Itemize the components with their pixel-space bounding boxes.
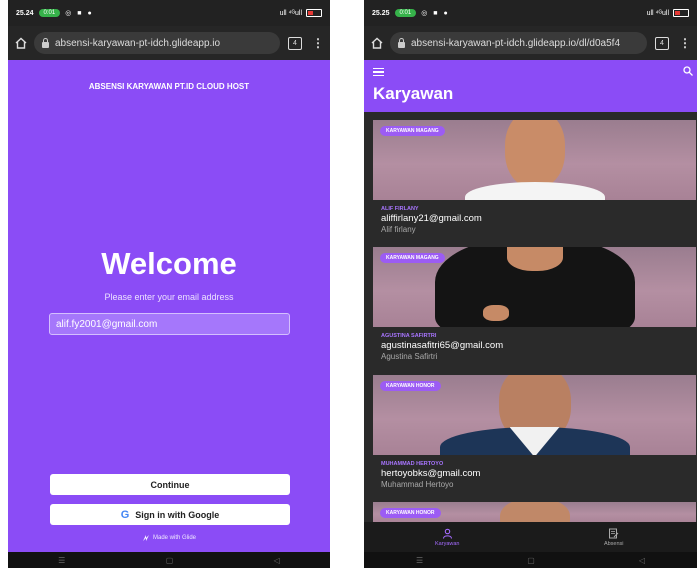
- browser-url-bar: absensi-karyawan-pt-idch.glideapp.io 4 ⋮: [8, 26, 330, 60]
- notification-icons: ◎ ■ ●: [65, 10, 94, 17]
- url-text: absensi-karyawan-pt-idch.glideapp.io: [55, 37, 221, 49]
- lock-icon: [398, 37, 405, 48]
- url-field[interactable]: absensi-karyawan-pt-idch.glideapp.io/dl/…: [390, 32, 647, 54]
- browser-menu-icon[interactable]: ⋮: [679, 36, 691, 50]
- login-page: ABSENSI KARYAWAN PT.ID CLOUD HOST Welcom…: [8, 60, 330, 552]
- recent-apps-icon[interactable]: ☰: [58, 556, 65, 565]
- employee-status-badge: KARYAWAN HONOR: [380, 508, 441, 518]
- status-bar: 25.25 0:01 ◎ ■ ● ull ⁴ᴳull: [364, 0, 697, 26]
- signal-icon: ull ⁴ᴳull: [646, 9, 669, 17]
- email-field[interactable]: [49, 313, 290, 335]
- browser-menu-icon[interactable]: ⋮: [312, 36, 324, 50]
- page-title: Karyawan: [373, 84, 454, 103]
- employee-name: Agustina Safirtri: [381, 352, 438, 361]
- signal-icon: ull ⁴ᴳull: [279, 9, 302, 17]
- continue-button[interactable]: Continue: [50, 474, 290, 495]
- sign-in-google-button[interactable]: G Sign in with Google: [50, 504, 290, 525]
- welcome-heading: Welcome: [101, 246, 237, 281]
- system-nav-bar: ☰ ▢ ◁: [364, 552, 697, 568]
- battery-icon: [306, 9, 322, 17]
- phone-employee-list-screen: 25.25 0:01 ◎ ■ ● ull ⁴ᴳull absensi-karya…: [364, 0, 697, 568]
- home-nav-icon[interactable]: ▢: [527, 556, 535, 565]
- status-time: 25.25: [372, 9, 390, 17]
- status-bar: 25.24 0:01 ◎ ■ ● ull ⁴ᴳull: [8, 0, 330, 26]
- email-prompt: Please enter your email address: [104, 292, 234, 302]
- hamburger-menu-icon[interactable]: [373, 68, 384, 76]
- back-icon[interactable]: ◁: [639, 556, 645, 565]
- employee-name: Muhammad Hertoyo: [381, 480, 454, 489]
- call-badge: 0:01: [394, 9, 417, 17]
- status-time: 25.24: [16, 9, 34, 17]
- url-text: absensi-karyawan-pt-idch.glideapp.io/dl/…: [411, 37, 621, 49]
- tabs-count-button[interactable]: 4: [655, 36, 669, 50]
- google-label: Sign in with Google: [135, 509, 220, 520]
- search-icon[interactable]: [683, 66, 693, 76]
- employee-name: Alif firlany: [381, 225, 416, 234]
- employee-category: ALIF FIRLANY: [381, 206, 419, 212]
- employee-category: AGUSTINA SAFIRTRI: [381, 333, 437, 339]
- tab-karyawan[interactable]: Karyawan: [364, 522, 531, 552]
- google-icon: G: [120, 508, 130, 521]
- employee-email: aliffirlany21@gmail.com: [381, 213, 482, 224]
- tab-absensi-label: Absensi: [603, 540, 624, 547]
- employee-list: KARYAWAN MAGANG ALIF FIRLANY aliffirlany…: [364, 112, 697, 552]
- employee-meta: MUHAMMAD HERTOYO hertoyobks@gmail.com Mu…: [381, 461, 480, 489]
- employee-status-badge: KARYAWAN HONOR: [380, 381, 441, 391]
- notification-icons: ◎ ■ ●: [421, 10, 450, 17]
- glide-logo-icon: [142, 535, 149, 541]
- bottom-tab-bar: Karyawan Absensi: [364, 522, 697, 552]
- battery-icon: [673, 9, 689, 17]
- recent-apps-icon[interactable]: ☰: [416, 556, 423, 565]
- person-icon: [442, 528, 452, 539]
- made-with-text: Made with Glide: [152, 535, 197, 541]
- made-with-glide-link[interactable]: Made with Glide: [8, 534, 330, 542]
- tab-absensi[interactable]: Absensi: [531, 522, 697, 552]
- home-nav-icon[interactable]: ▢: [166, 556, 174, 565]
- browser-url-bar: absensi-karyawan-pt-idch.glideapp.io/dl/…: [364, 26, 697, 60]
- call-badge: 0:01: [38, 9, 61, 17]
- app-title: ABSENSI KARYAWAN PT.ID CLOUD HOST: [88, 82, 250, 91]
- tab-karyawan-label: Karyawan: [435, 540, 460, 547]
- continue-label: Continue: [150, 479, 190, 490]
- phone-login-screen: 25.24 0:01 ◎ ■ ● ull ⁴ᴳull absensi-karya…: [8, 0, 330, 568]
- employee-meta: ALIF FIRLANY aliffirlany21@gmail.com Ali…: [381, 206, 482, 234]
- employee-category: MUHAMMAD HERTOYO: [381, 461, 444, 467]
- employee-meta: AGUSTINA SAFIRTRI agustinasafitri65@gmai…: [381, 333, 503, 361]
- tabs-count-button[interactable]: 4: [288, 36, 302, 50]
- back-icon[interactable]: ◁: [274, 556, 280, 565]
- lock-icon: [42, 37, 49, 48]
- app-header: Karyawan: [364, 60, 697, 112]
- employee-email: hertoyobks@gmail.com: [381, 468, 481, 479]
- system-nav-bar: ☰ ▢ ◁: [8, 552, 330, 568]
- url-field[interactable]: absensi-karyawan-pt-idch.glideapp.io: [34, 32, 280, 54]
- employee-status-badge: KARYAWAN MAGANG: [380, 253, 445, 263]
- home-icon[interactable]: [14, 36, 28, 50]
- edit-document-icon: [609, 528, 619, 538]
- employee-email: agustinasafitri65@gmail.com: [381, 340, 504, 351]
- employee-status-badge: KARYAWAN MAGANG: [380, 126, 445, 136]
- home-icon[interactable]: [370, 36, 384, 50]
